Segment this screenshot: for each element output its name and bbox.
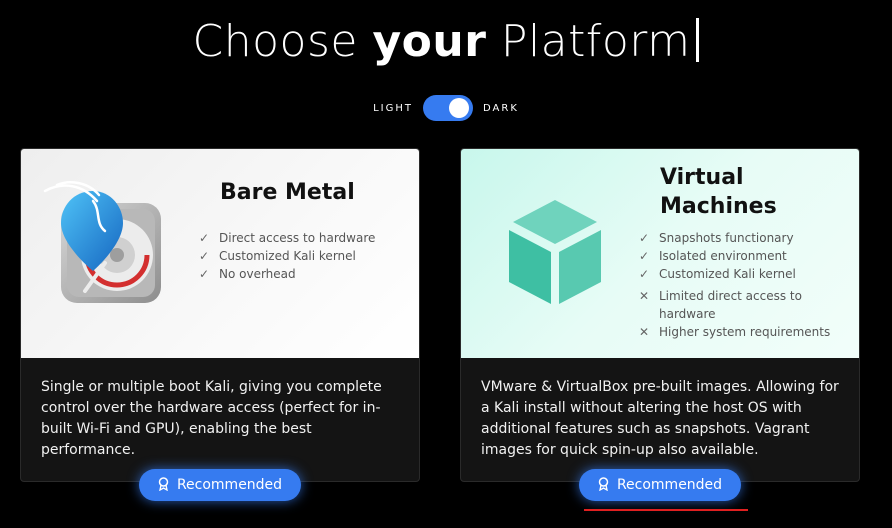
feature-text: Isolated environment	[659, 249, 787, 263]
award-icon	[158, 476, 169, 494]
feature-item: ✓ Customized Kali kernel	[639, 265, 839, 283]
virtual-machines-features: ✓ Snapshots functionary ✓ Isolated environ…	[639, 229, 839, 341]
recommended-label: Recommended	[176, 477, 283, 493]
title-word-your: your	[372, 16, 487, 67]
feature-text: Snapshots functionary	[659, 231, 794, 245]
feature-item: ✓ Direct access to hardware	[199, 229, 375, 247]
feature-item: ✓ Customized Kali kernel	[199, 247, 375, 265]
bare-metal-card[interactable]: Bare Metal ✓ Direct access to hardware ✓ C…	[20, 148, 420, 482]
check-icon: ✓	[199, 231, 210, 245]
feature-text: Higher system requirements	[659, 325, 831, 339]
feature-item: ✓ Snapshots functionary	[639, 229, 839, 247]
cross-icon: ✕	[639, 289, 650, 303]
feature-text: Direct access to hardware	[219, 231, 376, 245]
check-icon: ✓	[199, 267, 210, 281]
feature-text: Customized Kali kernel	[219, 249, 356, 263]
bare-metal-title: Bare Metal	[220, 180, 355, 205]
virtual-machines-title: Virtual Machines	[660, 163, 840, 221]
virtual-machines-card[interactable]: Virtual Machines ✓ Snapshots functionary ✓…	[460, 148, 860, 482]
hard-drive-kali-icon	[43, 181, 161, 303]
award-icon	[598, 476, 609, 494]
feature-text: No overhead	[219, 267, 296, 281]
recommended-label: Recommended	[616, 477, 723, 493]
feature-item: ✓ No overhead	[199, 265, 375, 283]
feature-item: ✕ Higher system requirements	[639, 323, 839, 341]
check-icon: ✓	[639, 267, 650, 281]
check-icon: ✓	[639, 231, 650, 245]
feature-text: Limited direct access to hardware	[659, 289, 802, 321]
bare-metal-header: Bare Metal ✓ Direct access to hardware ✓ C…	[21, 149, 419, 358]
switch-knob	[449, 98, 470, 118]
bare-metal-features: ✓ Direct access to hardware ✓ Customized K…	[199, 229, 375, 283]
title-line-machines: Machines	[660, 194, 777, 219]
virtual-machines-description: VMware & VirtualBox pre-built images. Al…	[481, 379, 839, 458]
feature-item: ✕ Limited direct access to hardware	[639, 287, 839, 323]
page-title: Choose your Platform	[0, 16, 892, 67]
bare-metal-description: Single or multiple boot Kali, giving you…	[41, 379, 382, 458]
feature-item: ✓ Isolated environment	[639, 247, 839, 265]
title-line-virtual: Virtual	[660, 165, 744, 190]
dark-label: DARK	[483, 102, 519, 114]
theme-toggle-row: LIGHT DARK	[0, 95, 892, 121]
cross-icon: ✕	[639, 325, 650, 339]
virtual-machines-header: Virtual Machines ✓ Snapshots functionary ✓…	[461, 149, 859, 358]
light-label: LIGHT	[373, 102, 414, 114]
title-word-platform: Platform	[500, 16, 691, 67]
selection-underline	[584, 509, 748, 511]
check-icon: ✓	[639, 249, 650, 263]
theme-switch[interactable]	[423, 95, 474, 121]
bare-metal-recommended-button[interactable]: Recommended	[139, 469, 301, 501]
title-word-choose: Choose	[192, 16, 358, 67]
feature-text: Customized Kali kernel	[659, 267, 796, 281]
check-icon: ✓	[199, 249, 210, 263]
typing-caret	[696, 18, 700, 62]
cube-icon	[509, 200, 601, 304]
virtual-machines-recommended-button[interactable]: Recommended	[579, 469, 741, 501]
